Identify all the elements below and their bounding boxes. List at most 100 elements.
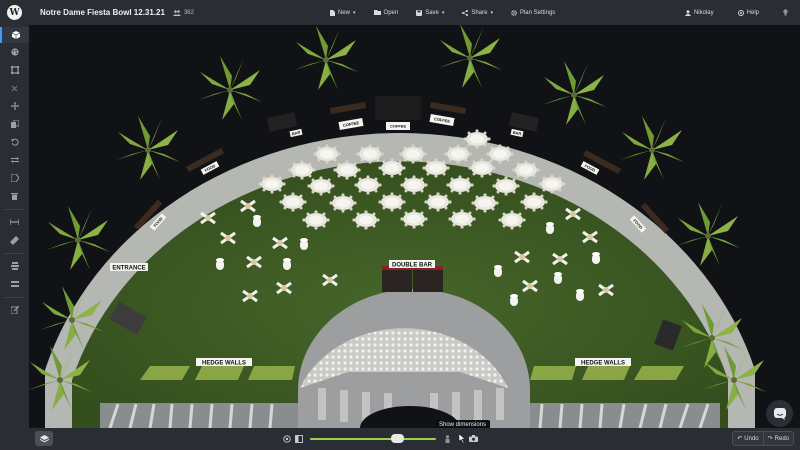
distribute-button[interactable] bbox=[0, 276, 29, 292]
target-button[interactable] bbox=[281, 433, 292, 444]
help-label: Help bbox=[746, 9, 759, 16]
rotate-button[interactable] bbox=[0, 134, 29, 150]
swap-button[interactable] bbox=[0, 152, 29, 168]
view-3d-button[interactable] bbox=[0, 27, 29, 43]
undo-label: Undo bbox=[744, 435, 759, 442]
top-bar: W Notre Dame Fiesta Bowl 12.31.21 362 Ne… bbox=[0, 0, 800, 25]
chat-icon bbox=[773, 407, 786, 420]
coffee-label-2: COFFEE bbox=[386, 122, 410, 130]
user-name: Nikolay bbox=[693, 9, 714, 16]
person-icon bbox=[445, 434, 450, 443]
chevron-down-icon: ▾ bbox=[441, 9, 445, 16]
guest-count: 362 bbox=[172, 9, 194, 16]
label-button[interactable] bbox=[0, 170, 29, 186]
frame-icon bbox=[294, 434, 303, 443]
user-menu: Nikolay Help bbox=[684, 0, 788, 25]
cursor-icon bbox=[458, 434, 466, 443]
guest-count-value: 362 bbox=[183, 9, 194, 16]
crop-icon bbox=[10, 66, 19, 74]
redo-icon: ↷ bbox=[767, 436, 773, 442]
toolbar-divider bbox=[4, 297, 25, 298]
show-dimensions-button[interactable] bbox=[442, 433, 453, 444]
help-icon bbox=[737, 9, 744, 16]
new-menu-label: New bbox=[338, 9, 351, 16]
file-icon bbox=[330, 9, 335, 16]
close-icon bbox=[11, 85, 18, 91]
entrance-text: ENTRANCE bbox=[112, 266, 145, 272]
share-icon bbox=[462, 9, 469, 16]
save-menu[interactable]: Save ▾ bbox=[416, 9, 445, 16]
main-menu: New ▾ Open Save ▾ Share ▾ Plan Settings bbox=[330, 0, 555, 25]
redo-label: Redo bbox=[774, 435, 789, 442]
venue-scene[interactable]: ENTRANCE HEDGE WALLS HEDGE WALLS DOUBLE … bbox=[29, 25, 800, 428]
zoom-slider-handle[interactable] bbox=[391, 434, 404, 443]
layers-button[interactable] bbox=[35, 431, 53, 446]
plan-title[interactable]: Notre Dame Fiesta Bowl 12.31.21 bbox=[40, 8, 165, 17]
ruler-icon bbox=[10, 235, 19, 245]
cursor-button[interactable] bbox=[456, 433, 467, 444]
edit-button[interactable] bbox=[0, 302, 29, 318]
svg-text:COFFEE: COFFEE bbox=[390, 124, 407, 129]
save-icon bbox=[416, 9, 423, 16]
open-label: Open bbox=[383, 9, 399, 16]
camera-icon bbox=[469, 435, 478, 442]
folder-icon bbox=[373, 10, 381, 15]
support-chat-button[interactable] bbox=[766, 400, 793, 427]
trash-icon bbox=[11, 193, 18, 200]
toolbar-divider bbox=[4, 209, 25, 210]
new-menu[interactable]: New ▾ bbox=[330, 9, 356, 16]
hedge-walls-left-text: HEDGE WALLS bbox=[202, 361, 246, 367]
copy-button[interactable] bbox=[0, 116, 29, 132]
redo-button[interactable]: ↷ Redo bbox=[762, 432, 793, 445]
trash-button[interactable] bbox=[0, 188, 29, 204]
palette-icon bbox=[10, 48, 19, 56]
move-button[interactable] bbox=[0, 98, 29, 114]
people-icon bbox=[172, 9, 181, 16]
chevron-down-icon: ▾ bbox=[353, 9, 356, 16]
hedge-walls-right bbox=[530, 366, 684, 380]
double-bar-text: DOUBLE BAR bbox=[392, 263, 433, 269]
move-icon bbox=[10, 102, 19, 110]
screenshot-button[interactable] bbox=[468, 433, 479, 444]
ruler-button[interactable] bbox=[0, 232, 29, 248]
delete-selection-button[interactable] bbox=[0, 80, 29, 96]
style-button[interactable] bbox=[0, 44, 29, 60]
undo-icon: ↶ bbox=[737, 436, 743, 442]
crop-button[interactable] bbox=[0, 62, 29, 78]
hedge-walls-left bbox=[140, 366, 295, 380]
floor-plan-3d-view[interactable]: ENTRANCE HEDGE WALLS HEDGE WALLS DOUBLE … bbox=[29, 25, 800, 428]
copy-icon bbox=[10, 120, 19, 128]
open-button[interactable]: Open bbox=[373, 9, 399, 16]
share-label: Share bbox=[471, 9, 488, 16]
chevron-down-icon: ▾ bbox=[490, 9, 493, 16]
left-toolbar bbox=[0, 25, 29, 450]
help-button[interactable]: Help bbox=[737, 9, 759, 16]
hedge-walls-left-label: HEDGE WALLS bbox=[196, 358, 252, 367]
logo-mark: W bbox=[7, 5, 22, 20]
align-icon bbox=[10, 262, 19, 270]
align-button[interactable] bbox=[0, 258, 29, 274]
distribute-icon bbox=[10, 281, 19, 287]
fit-view-button[interactable] bbox=[293, 433, 304, 444]
user-account-button[interactable]: Nikolay bbox=[684, 9, 714, 16]
tips-button[interactable] bbox=[783, 9, 788, 16]
undo-button[interactable]: ↶ Undo bbox=[733, 432, 763, 445]
measure-icon bbox=[10, 219, 19, 225]
layers-icon bbox=[39, 434, 49, 442]
plan-settings-button[interactable]: Plan Settings bbox=[511, 10, 555, 16]
app-logo[interactable]: W bbox=[0, 0, 29, 25]
measure-button[interactable] bbox=[0, 214, 29, 230]
toolbar-divider bbox=[4, 253, 25, 254]
undo-icon bbox=[10, 138, 19, 146]
plan-settings-label: Plan Settings bbox=[519, 9, 556, 16]
lightbulb-icon bbox=[783, 9, 788, 16]
share-menu[interactable]: Share ▾ bbox=[462, 9, 493, 16]
entrance-label: ENTRANCE bbox=[110, 263, 148, 272]
save-label: Save bbox=[425, 9, 439, 16]
zoom-slider-track[interactable] bbox=[310, 438, 436, 440]
hedge-walls-right-text: HEDGE WALLS bbox=[581, 361, 625, 367]
user-icon bbox=[684, 9, 691, 16]
hedge-walls-right-label: HEDGE WALLS bbox=[575, 358, 631, 367]
label-icon bbox=[10, 174, 19, 182]
bottom-toolbar: ↶ Undo ↷ Redo bbox=[29, 428, 800, 450]
